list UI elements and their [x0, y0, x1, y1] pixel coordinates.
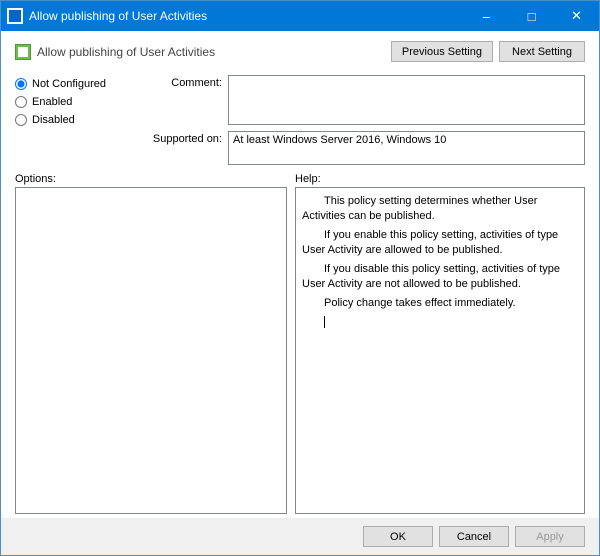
lower-panels: This policy setting determines whether U…	[15, 187, 585, 514]
comment-textarea[interactable]	[228, 75, 585, 125]
dialog-window: Allow publishing of User Activities – □ …	[0, 0, 600, 556]
options-label: Options:	[15, 173, 287, 185]
radio-enabled[interactable]: Enabled	[15, 96, 130, 108]
app-icon	[7, 8, 23, 24]
maximize-button[interactable]: □	[509, 1, 554, 31]
text-cursor-icon	[324, 316, 325, 328]
help-text-3: If you disable this policy setting, acti…	[302, 262, 566, 292]
nav-buttons: Previous Setting Next Setting	[391, 41, 585, 62]
ok-button[interactable]: OK	[363, 526, 433, 547]
comment-row: Comment:	[136, 75, 585, 125]
dialog-button-row: OK Cancel Apply	[1, 518, 599, 555]
state-radio-group: Not Configured Enabled Disabled	[15, 75, 130, 165]
policy-title: Allow publishing of User Activities	[37, 45, 391, 59]
content-area: Allow publishing of User Activities Prev…	[1, 31, 599, 518]
radio-enabled-label: Enabled	[32, 96, 72, 108]
help-label: Help:	[295, 173, 585, 185]
options-panel[interactable]	[15, 187, 287, 514]
supported-label: Supported on:	[136, 131, 222, 145]
window-title: Allow publishing of User Activities	[29, 9, 464, 23]
help-text-2: If you enable this policy setting, activ…	[302, 228, 566, 258]
radio-disabled[interactable]: Disabled	[15, 114, 130, 126]
radio-not-configured[interactable]: Not Configured	[15, 78, 130, 90]
section-labels: Options: Help:	[15, 173, 585, 185]
fields-column: Comment: Supported on: At least Windows …	[136, 75, 585, 165]
policy-icon	[15, 44, 31, 60]
supported-field: At least Windows Server 2016, Windows 10	[228, 131, 585, 165]
help-text-1: This policy setting determines whether U…	[302, 194, 566, 224]
radio-not-configured-input[interactable]	[15, 78, 27, 90]
radio-not-configured-label: Not Configured	[32, 78, 106, 90]
radio-disabled-label: Disabled	[32, 114, 75, 126]
help-text-4: Policy change takes effect immediately.	[302, 296, 566, 311]
comment-label: Comment:	[136, 75, 222, 89]
close-button[interactable]: ✕	[554, 1, 599, 31]
titlebar: Allow publishing of User Activities – □ …	[1, 1, 599, 31]
radio-disabled-input[interactable]	[15, 114, 27, 126]
previous-setting-button[interactable]: Previous Setting	[391, 41, 493, 62]
header-row: Allow publishing of User Activities Prev…	[15, 41, 585, 62]
next-setting-button[interactable]: Next Setting	[499, 41, 585, 62]
titlebar-controls: – □ ✕	[464, 1, 599, 31]
cancel-button[interactable]: Cancel	[439, 526, 509, 547]
minimize-button[interactable]: –	[464, 1, 509, 31]
configuration-section: Not Configured Enabled Disabled Comment:	[15, 75, 585, 165]
supported-row: Supported on: At least Windows Server 20…	[136, 131, 585, 165]
apply-button[interactable]: Apply	[515, 526, 585, 547]
radio-enabled-input[interactable]	[15, 96, 27, 108]
help-panel[interactable]: This policy setting determines whether U…	[295, 187, 585, 514]
